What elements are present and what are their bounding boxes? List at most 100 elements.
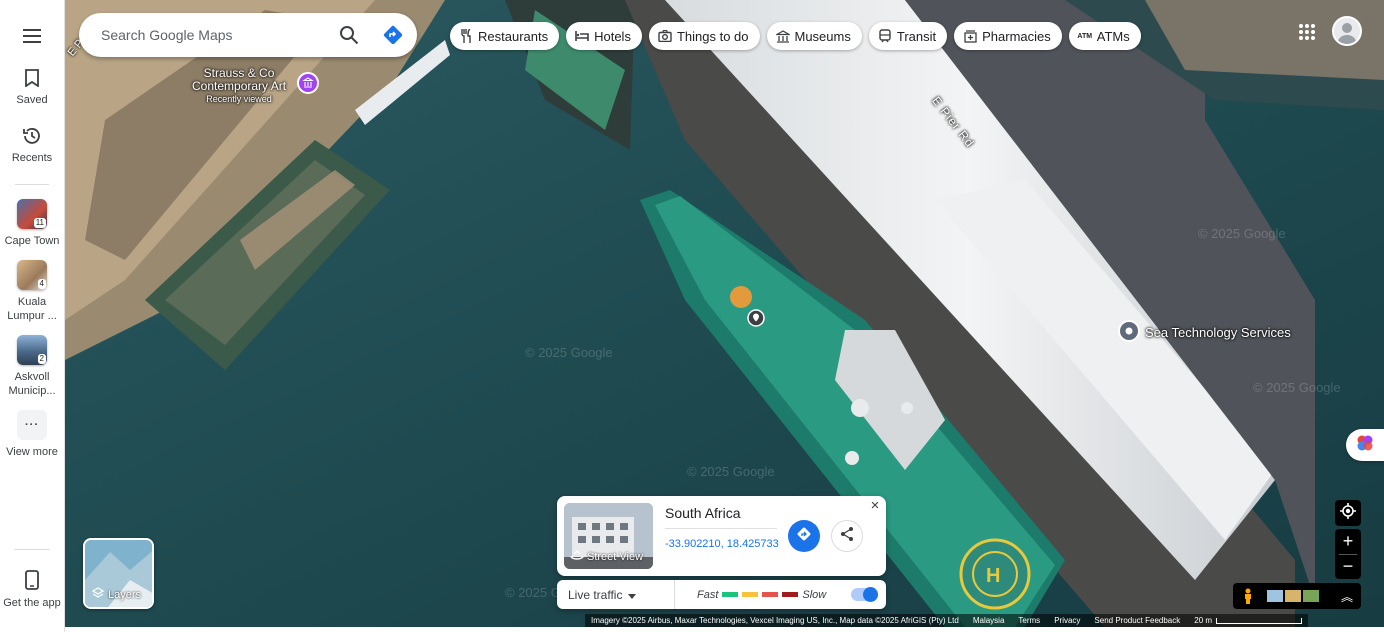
recent-thumbnail: 4 (17, 260, 47, 290)
card-divider (665, 528, 777, 529)
recents-label: Recents (11, 152, 53, 164)
train-icon (878, 29, 892, 43)
recent-item-kuala-lumpur[interactable]: 4 Kuala Lumpur ... (2, 260, 62, 323)
share-icon (839, 526, 855, 547)
chip-label: Transit (896, 28, 937, 44)
street-view-icon (570, 550, 584, 563)
legend-slow-label: Slow (802, 588, 827, 601)
rail-divider (15, 184, 49, 185)
poi-sea-technology-label[interactable]: Sea Technology Services (1145, 325, 1291, 340)
phone-icon (20, 568, 44, 592)
menu-button[interactable] (2, 24, 62, 48)
get-app-label: Get the app (3, 597, 61, 609)
share-button[interactable] (831, 520, 863, 552)
search-input[interactable] (101, 27, 321, 43)
bookmark-icon (20, 66, 44, 90)
avatar[interactable] (1332, 16, 1362, 46)
zoom-out-button[interactable]: − (1335, 554, 1361, 579)
maps-app: Saved Recents 11 Cape Town 4 Kuala Lumpu… (0, 0, 1384, 632)
terms-link[interactable]: Terms (1018, 614, 1040, 627)
pharmacy-icon (963, 29, 977, 43)
chip-hotels[interactable]: Hotels (566, 22, 642, 50)
recents-button[interactable]: Recents (2, 124, 62, 164)
scale-label: 20 m (1194, 616, 1213, 625)
map-controls-bar: ︽ (1233, 583, 1361, 609)
location-pin-icon[interactable] (747, 309, 765, 332)
map-watermark: © 2025 Google (1253, 380, 1341, 395)
poi-name-line: Contemporary Art (192, 79, 287, 93)
chip-label: Hotels (594, 28, 631, 44)
chip-pharmacies[interactable]: Pharmacies (954, 22, 1062, 50)
place-name: South Africa (665, 505, 741, 521)
chip-label: Pharmacies (982, 28, 1051, 44)
search-icon[interactable] (339, 25, 359, 45)
traffic-legend: Fast Slow (675, 589, 826, 601)
legend-swatch (782, 592, 799, 597)
live-traffic-dropdown[interactable]: Live traffic (557, 580, 675, 609)
gemini-icon (1356, 434, 1374, 457)
chip-restaurants[interactable]: Restaurants (450, 22, 560, 50)
street-view-label: Street View (587, 550, 644, 563)
map-canvas[interactable]: H © 2025 Google © 2025 Google © 2025 Goo… (65, 0, 1384, 627)
directions-button[interactable] (788, 520, 820, 552)
country-link[interactable]: Malaysia (973, 614, 1005, 627)
chip-things-to-do[interactable]: Things to do (648, 22, 760, 50)
imagery-tiles[interactable] (1267, 590, 1319, 602)
zoom-in-button[interactable]: + (1335, 529, 1361, 554)
category-chips: Restaurants Hotels Things to do Museums … (450, 22, 1141, 50)
chevron-down-icon (628, 588, 637, 602)
feedback-link[interactable]: Send Product Feedback (1094, 614, 1180, 627)
poi-subtitle: Recently viewed (206, 94, 272, 104)
live-traffic-label: Live traffic (568, 587, 623, 602)
legend-fast-label: Fast (697, 588, 719, 601)
poi-strauss-label[interactable]: Strauss & Co Contemporary Art Recently v… (192, 67, 286, 106)
traffic-toggle[interactable] (851, 587, 878, 602)
location-info-card: Street View South Africa -33.902210, 18.… (557, 496, 886, 576)
recent-thumbnail: 11 (17, 199, 47, 229)
google-apps-icon[interactable] (1298, 23, 1316, 41)
history-icon (20, 124, 44, 148)
atm-icon: ATM (1077, 32, 1093, 40)
saved-label: Saved (16, 94, 48, 106)
scale-line (1216, 617, 1303, 624)
scale-bar[interactable]: 20 m (1194, 614, 1303, 627)
imagery-attribution: Imagery ©2025 Airbus, Maxar Technologies… (591, 616, 959, 625)
chip-label: Museums (794, 28, 851, 44)
fork-knife-icon (459, 29, 473, 43)
map-watermark: © 2025 Google (1198, 226, 1286, 241)
my-location-button[interactable] (1335, 500, 1361, 526)
pegman-icon[interactable] (1233, 588, 1263, 604)
view-more-button[interactable]: ··· View more (2, 410, 62, 459)
recent-thumbnail: 2 (17, 335, 47, 365)
chip-atms[interactable]: ATM ATMs (1068, 22, 1141, 50)
menu-icon (20, 24, 44, 48)
get-app-button[interactable]: Get the app (2, 568, 62, 610)
tile-thumbnail (1267, 590, 1283, 602)
legend-swatch (742, 592, 759, 597)
directions-icon (796, 526, 812, 547)
privacy-link[interactable]: Privacy (1054, 614, 1080, 627)
layers-button[interactable]: Layers (83, 538, 154, 609)
chip-label: ATMs (1096, 28, 1130, 44)
museum-pin-icon[interactable] (297, 72, 319, 99)
recent-item-label: Askvoll Municip... (8, 371, 56, 397)
expand-icon[interactable]: ︽ (1341, 588, 1353, 605)
chip-transit[interactable]: Transit (868, 22, 948, 50)
layers-label-wrap: Layers (91, 587, 141, 602)
saved-button[interactable]: Saved (2, 66, 62, 106)
left-rail: Saved Recents 11 Cape Town 4 Kuala Lumpu… (0, 0, 65, 632)
directions-icon[interactable] (383, 25, 403, 45)
recent-item-askvoll[interactable]: 2 Askvoll Municip... (2, 335, 62, 398)
toggle-knob (863, 587, 878, 602)
street-view-thumbnail[interactable]: Street View (564, 503, 653, 569)
poi-pin-icon[interactable] (1118, 320, 1140, 347)
close-icon[interactable]: × (868, 498, 882, 513)
recent-item-label: Cape Town (4, 235, 60, 247)
my-location-icon (1340, 502, 1356, 524)
gemini-button[interactable] (1346, 429, 1384, 461)
chip-museums[interactable]: Museums (766, 22, 862, 50)
zoom-controls: + − (1335, 529, 1361, 579)
coordinates-link[interactable]: -33.902210, 18.425733 (665, 538, 779, 550)
more-icon: ··· (17, 410, 47, 440)
recent-item-cape-town[interactable]: 11 Cape Town (2, 199, 62, 248)
